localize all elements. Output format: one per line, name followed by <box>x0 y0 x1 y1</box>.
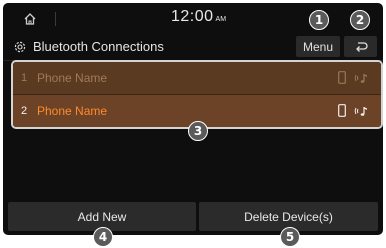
device-status-icons <box>338 104 369 117</box>
clock: 12:00 AM <box>171 8 226 26</box>
device-row[interactable]: 1 Phone Name <box>13 62 381 94</box>
infotainment-screen: 12:00 AM Bluetooth Connections Menu 1 Pho… <box>3 3 383 235</box>
phone-icon <box>338 71 346 84</box>
callout-badge-3: 3 <box>188 121 208 141</box>
page-title: Bluetooth Connections <box>33 39 164 54</box>
menu-button[interactable]: Menu <box>296 36 340 57</box>
device-index: 2 <box>21 105 28 117</box>
home-icon <box>24 13 36 25</box>
title-bar: Bluetooth Connections Menu <box>3 33 383 61</box>
phone-icon <box>338 104 346 117</box>
status-divider <box>55 12 56 26</box>
back-button[interactable] <box>344 36 377 57</box>
device-status-icons <box>338 71 369 84</box>
device-index: 1 <box>21 72 28 84</box>
callout-badge-2: 2 <box>350 10 370 30</box>
back-icon <box>355 41 368 52</box>
device-name: Phone Name <box>37 104 108 118</box>
device-name: Phone Name <box>37 71 108 85</box>
audio-icon <box>354 73 367 83</box>
audio-icon <box>354 106 367 116</box>
home-button[interactable] <box>13 9 47 29</box>
settings-icon <box>14 41 26 53</box>
clock-time: 12:00 <box>171 8 214 25</box>
callout-badge-1: 1 <box>309 10 329 30</box>
callout-badge-5: 5 <box>280 227 300 247</box>
callout-badge-4: 4 <box>93 227 113 247</box>
paired-device-list: 1 Phone Name 2 Phone Name <box>11 60 383 129</box>
clock-ampm: AM <box>215 16 227 23</box>
